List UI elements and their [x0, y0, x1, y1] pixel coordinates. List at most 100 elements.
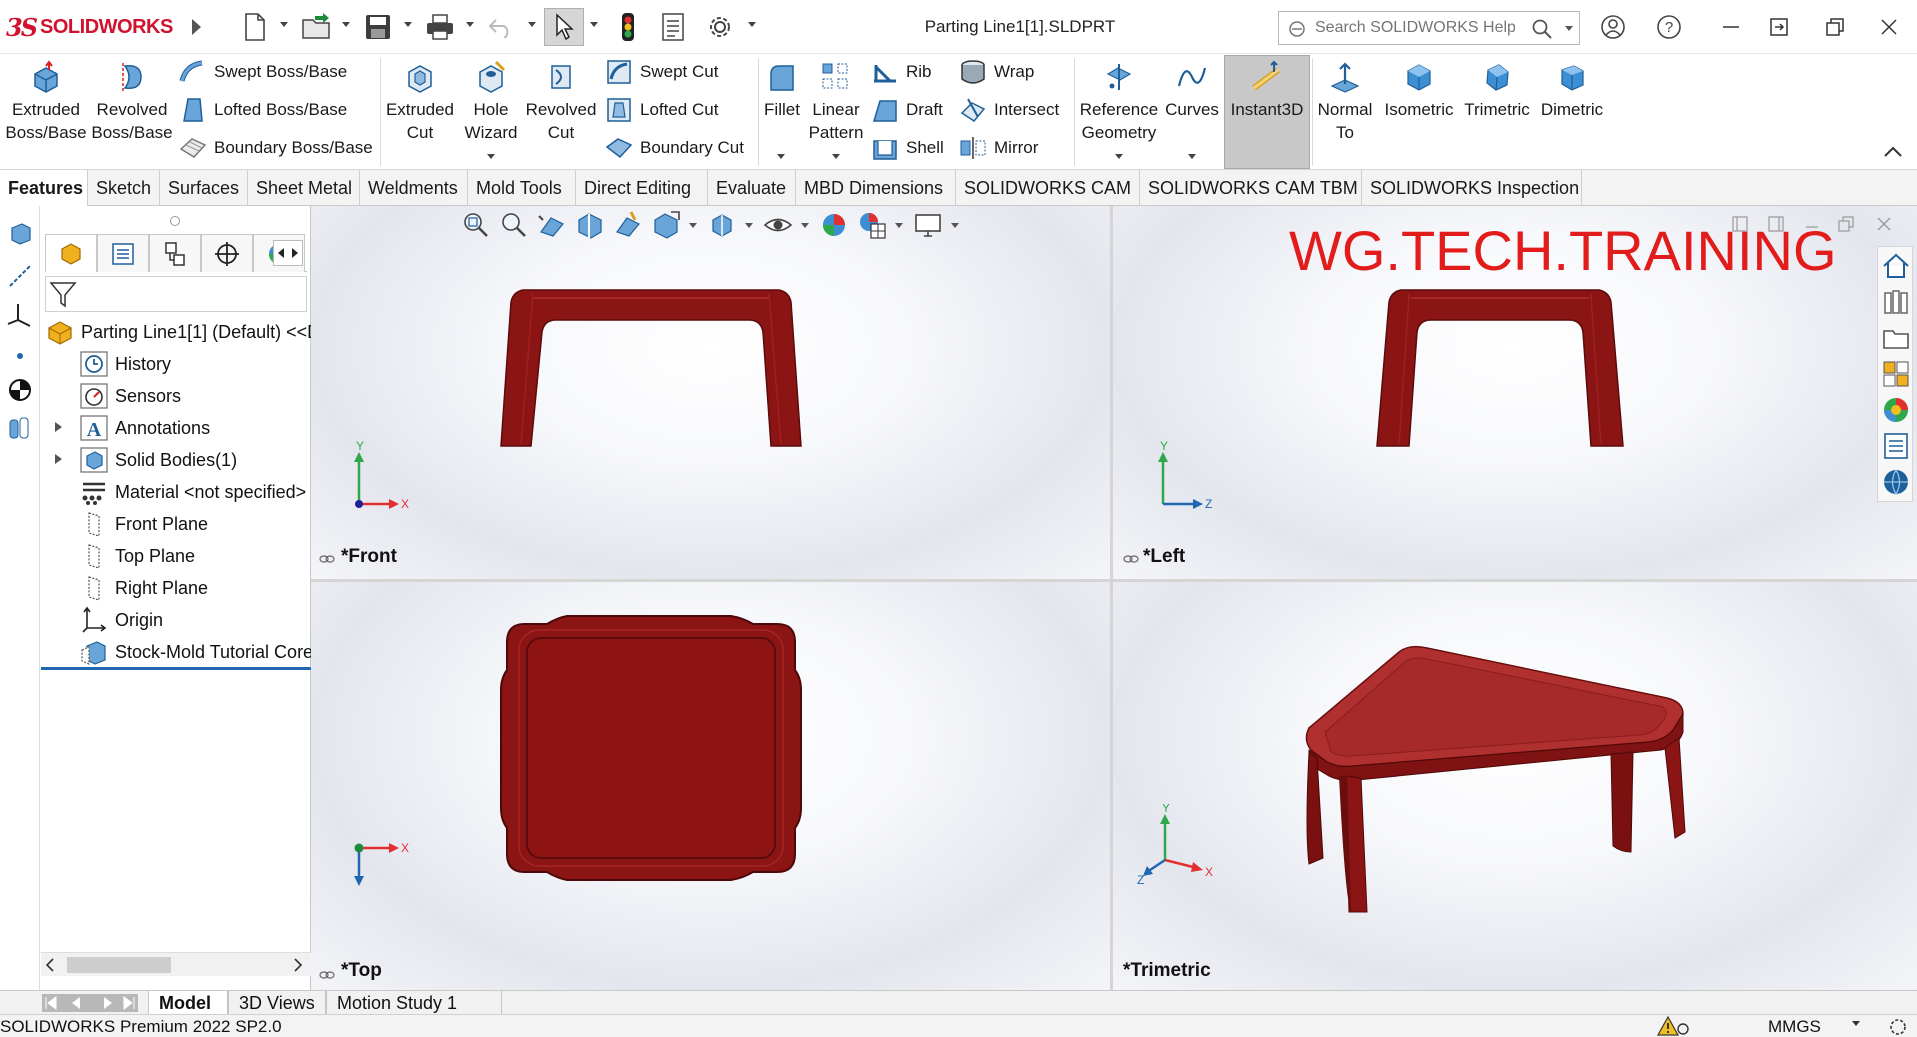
scene-dropdown-icon[interactable] [895, 222, 903, 228]
coordinate-system-icon[interactable] [4, 300, 36, 332]
reference-geometry-dropdown-icon[interactable] [1115, 154, 1123, 159]
select-pointer-icon[interactable] [544, 8, 584, 46]
viewport-vertical-divider[interactable] [1110, 206, 1113, 990]
tab-scroll-arrows[interactable] [273, 240, 303, 266]
apply-scene-icon[interactable] [857, 210, 887, 240]
normal-to-button[interactable]: Normal To [1314, 58, 1376, 166]
isometric-button[interactable]: Isometric [1380, 58, 1458, 166]
tree-item-top-plane[interactable]: Top Plane [79, 540, 311, 572]
origin-target-icon[interactable] [4, 374, 36, 406]
tab-mbd-dimensions[interactable]: MBD Dimensions [796, 170, 956, 206]
dimxpert-manager-tab[interactable] [201, 234, 253, 272]
new-document-icon[interactable] [240, 10, 270, 44]
curves-dropdown-icon[interactable] [1188, 154, 1196, 159]
mirror-button[interactable]: Mirror [958, 132, 1038, 164]
display-style-icon[interactable] [707, 210, 737, 240]
options-gear-icon[interactable] [704, 10, 736, 44]
sketch-line-icon[interactable] [4, 260, 36, 292]
view-settings-dropdown-icon[interactable] [951, 222, 959, 228]
customize-status-icon[interactable] [1886, 1015, 1910, 1037]
extruded-boss-button[interactable]: Extruded Boss/Base [4, 58, 88, 166]
zoom-to-fit-icon[interactable] [461, 210, 491, 240]
draft-button[interactable]: Draft [870, 94, 943, 126]
section-view-icon[interactable] [575, 210, 605, 240]
revolved-cut-button[interactable]: Revolved Cut [524, 58, 598, 166]
tree-item-material[interactable]: Material <not specified> [79, 476, 311, 508]
design-library-icon[interactable] [1881, 287, 1911, 317]
dynamic-annotation-icon[interactable] [613, 210, 643, 240]
lofted-cut-button[interactable]: Lofted Cut [604, 94, 718, 126]
scrollbar-thumb[interactable] [67, 957, 171, 973]
close-icon[interactable] [1870, 10, 1908, 44]
viewport-trimetric[interactable]: Y X Z *Trimetric [1113, 582, 1917, 990]
previous-view-icon[interactable] [537, 210, 567, 240]
view-orientation-icon[interactable] [651, 210, 681, 240]
file-properties-icon[interactable] [658, 10, 688, 44]
view-palette-icon[interactable] [1881, 359, 1911, 389]
save-dropdown-icon[interactable] [404, 22, 412, 27]
hole-wizard-dropdown-icon[interactable] [487, 154, 495, 159]
fillet-dropdown-icon[interactable] [777, 154, 785, 159]
tree-root-part[interactable]: Parting Line1[1] (Default) <<D [45, 316, 311, 348]
edit-appearance-icon[interactable] [819, 210, 849, 240]
intersect-button[interactable]: Intersect [958, 94, 1059, 126]
curves-button[interactable]: Curves [1162, 58, 1222, 166]
tree-filter-box[interactable] [45, 276, 307, 312]
file-explorer-folder-icon[interactable] [1881, 323, 1911, 353]
tree-item-solid-bodies[interactable]: Solid Bodies(1) [79, 444, 311, 476]
tab-direct-editing[interactable]: Direct Editing [576, 170, 708, 206]
expand-annotations-icon[interactable] [55, 422, 62, 432]
panel-splitter-handle[interactable] [170, 216, 180, 226]
tab-features[interactable]: Features [0, 170, 88, 206]
custom-properties-icon[interactable] [1881, 431, 1911, 461]
mate-reference-icon[interactable] [4, 412, 36, 444]
solidworks-resources-home-icon[interactable] [1881, 251, 1911, 281]
pin-window-icon[interactable] [1760, 10, 1798, 44]
fillet-button[interactable]: Fillet [760, 58, 804, 166]
restore-icon[interactable] [1816, 10, 1854, 44]
configuration-manager-tab[interactable] [149, 234, 201, 272]
print-dropdown-icon[interactable] [466, 22, 474, 27]
tree-item-history[interactable]: History [79, 348, 311, 380]
tab-solidworks-cam-tbm[interactable]: SOLIDWORKS CAM TBM [1140, 170, 1362, 206]
tab-evaluate[interactable]: Evaluate [708, 170, 796, 206]
swept-cut-button[interactable]: Swept Cut [604, 56, 718, 88]
undo-dropdown-icon[interactable] [528, 22, 536, 27]
hide-show-dropdown-icon[interactable] [801, 222, 809, 228]
rebuild-warning-icon[interactable] [1656, 1015, 1690, 1037]
unit-system-dropdown-icon[interactable] [1852, 1021, 1860, 1026]
expand-solid-bodies-icon[interactable] [55, 454, 62, 464]
tab-sketch[interactable]: Sketch [88, 170, 160, 206]
viewport-restore-icon[interactable] [1833, 212, 1859, 236]
tab-sheet-metal[interactable]: Sheet Metal [248, 170, 360, 206]
help-search-input[interactable] [1315, 18, 1515, 38]
revolved-boss-button[interactable]: Revolved Boss/Base [90, 58, 174, 166]
undo-icon[interactable] [486, 10, 516, 44]
trimetric-button[interactable]: Trimetric [1460, 58, 1534, 166]
minimize-icon[interactable] [1712, 10, 1750, 44]
feature-tree-tab[interactable] [45, 234, 97, 272]
view-orientation-dropdown-icon[interactable] [689, 222, 697, 228]
viewport-front[interactable]: Y X *Front [311, 206, 1110, 579]
tree-horizontal-scrollbar[interactable] [41, 952, 311, 976]
tab-3d-views[interactable]: 3D Views [228, 991, 326, 1015]
solidworks-logo[interactable]: 3S SOLIDWORKS [6, 12, 173, 42]
boundary-boss-button[interactable]: Boundary Boss/Base [178, 132, 373, 164]
menu-expand-icon[interactable] [186, 10, 206, 44]
viewport-top[interactable]: X *Top [311, 582, 1110, 990]
tab-motion-study-1[interactable]: Motion Study 1 [326, 991, 502, 1015]
tab-navigation-arrows[interactable] [42, 994, 138, 1012]
linear-pattern-button[interactable]: Linear Pattern [804, 58, 868, 166]
select-dropdown-icon[interactable] [590, 22, 598, 27]
graphics-area[interactable]: Y X *Front Y Z *Left X *Top Y X Z *Trime… [311, 206, 1917, 990]
boundary-cut-button[interactable]: Boundary Cut [604, 132, 744, 164]
reference-geometry-button[interactable]: Reference Geometry [1076, 58, 1162, 166]
tab-solidworks-inspection[interactable]: SOLIDWORKS Inspection [1362, 170, 1582, 206]
help-search-box[interactable] [1278, 11, 1580, 45]
swept-boss-button[interactable]: Swept Boss/Base [178, 56, 347, 88]
shell-button[interactable]: Shell [870, 132, 944, 164]
extruded-cut-button[interactable]: Extruded Cut [382, 58, 458, 166]
view-settings-monitor-icon[interactable] [913, 210, 943, 240]
rollback-bar[interactable] [41, 667, 311, 670]
viewport-horizontal-divider[interactable] [311, 579, 1917, 582]
